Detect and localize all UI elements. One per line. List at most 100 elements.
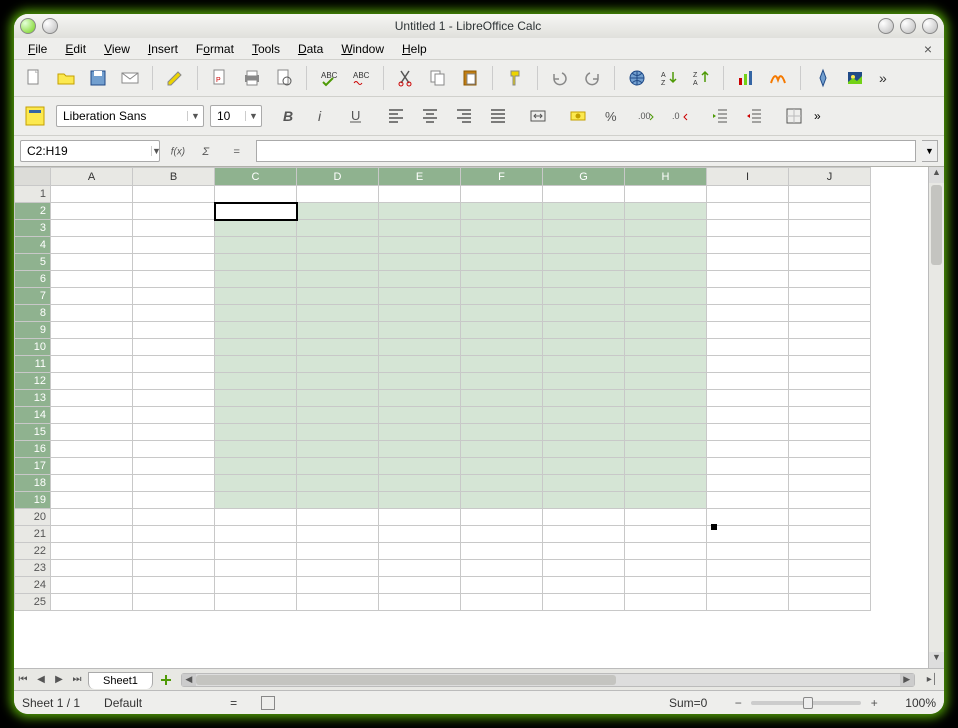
cell[interactable] — [379, 305, 461, 322]
menu-insert[interactable]: Insert — [140, 40, 186, 58]
column-header[interactable]: B — [133, 168, 215, 186]
cell[interactable] — [707, 458, 789, 475]
cell[interactable] — [297, 322, 379, 339]
cell[interactable] — [707, 288, 789, 305]
cell[interactable] — [707, 373, 789, 390]
cell[interactable] — [461, 339, 543, 356]
cell[interactable] — [707, 543, 789, 560]
cell[interactable] — [461, 407, 543, 424]
cell[interactable] — [789, 220, 871, 237]
cell[interactable] — [379, 322, 461, 339]
cell[interactable] — [789, 577, 871, 594]
cell[interactable] — [215, 543, 297, 560]
cell[interactable] — [297, 594, 379, 611]
cell[interactable] — [297, 254, 379, 271]
cell[interactable] — [625, 458, 707, 475]
cell[interactable] — [215, 254, 297, 271]
cell[interactable] — [133, 339, 215, 356]
hyperlink-icon[interactable] — [623, 64, 651, 92]
cell[interactable] — [789, 526, 871, 543]
cell[interactable] — [215, 458, 297, 475]
cell[interactable] — [543, 441, 625, 458]
cell[interactable] — [707, 475, 789, 492]
cell[interactable] — [707, 560, 789, 577]
cell[interactable] — [51, 237, 133, 254]
cell[interactable] — [789, 560, 871, 577]
maximize-button[interactable] — [900, 18, 916, 34]
chevron-down-icon[interactable]: ▼ — [245, 111, 261, 121]
remove-decimal-icon[interactable]: .0 — [666, 102, 694, 130]
cell[interactable] — [215, 373, 297, 390]
cut-icon[interactable] — [392, 64, 420, 92]
cell[interactable] — [379, 288, 461, 305]
row-header[interactable]: 11 — [15, 356, 51, 373]
font-size-combobox[interactable]: ▼ — [210, 105, 262, 127]
cell[interactable] — [789, 594, 871, 611]
cell[interactable] — [707, 577, 789, 594]
cell[interactable] — [543, 594, 625, 611]
zoom-in-icon[interactable]: + — [867, 696, 881, 710]
cell[interactable] — [133, 424, 215, 441]
horizontal-scrollbar[interactable]: ◀ ▶ — [181, 673, 915, 687]
currency-icon[interactable] — [564, 102, 592, 130]
spellcheck-icon[interactable]: ABC — [315, 64, 343, 92]
cell[interactable] — [297, 560, 379, 577]
cell[interactable] — [215, 526, 297, 543]
close-doc-button[interactable]: × — [918, 41, 938, 57]
row-header[interactable]: 12 — [15, 373, 51, 390]
cell[interactable] — [379, 356, 461, 373]
cell[interactable] — [461, 509, 543, 526]
cell[interactable] — [379, 594, 461, 611]
cell[interactable] — [461, 390, 543, 407]
cell[interactable] — [707, 203, 789, 220]
cell[interactable] — [789, 407, 871, 424]
print-preview-icon[interactable] — [270, 64, 298, 92]
cell[interactable] — [297, 356, 379, 373]
cell[interactable] — [789, 373, 871, 390]
cell[interactable] — [379, 475, 461, 492]
cell[interactable] — [543, 186, 625, 203]
cell[interactable] — [625, 254, 707, 271]
cell[interactable] — [789, 271, 871, 288]
cell[interactable] — [215, 237, 297, 254]
tab-prev-icon[interactable]: ◀ — [32, 671, 50, 689]
cell[interactable] — [133, 203, 215, 220]
scroll-down-icon[interactable]: ▼ — [929, 652, 944, 668]
status-sum[interactable]: Sum=0 — [669, 696, 707, 710]
cell[interactable] — [297, 543, 379, 560]
cell[interactable] — [215, 271, 297, 288]
cell[interactable] — [789, 458, 871, 475]
scroll-right-icon[interactable]: ▶ — [900, 674, 914, 686]
close-button[interactable] — [922, 18, 938, 34]
cell[interactable] — [379, 560, 461, 577]
cell[interactable] — [707, 322, 789, 339]
cell[interactable] — [51, 526, 133, 543]
cell[interactable] — [51, 373, 133, 390]
column-header[interactable]: E — [379, 168, 461, 186]
sum-icon[interactable]: Σ — [196, 140, 220, 162]
cell[interactable] — [543, 526, 625, 543]
cell[interactable] — [297, 271, 379, 288]
cell[interactable] — [625, 475, 707, 492]
email-icon[interactable] — [116, 64, 144, 92]
cell[interactable] — [297, 288, 379, 305]
export-pdf-icon[interactable]: P — [206, 64, 234, 92]
cell[interactable] — [625, 407, 707, 424]
cell[interactable] — [543, 543, 625, 560]
cell[interactable] — [543, 509, 625, 526]
redo-icon[interactable] — [578, 64, 606, 92]
cell[interactable] — [215, 424, 297, 441]
chevron-down-icon[interactable]: ▼ — [187, 111, 203, 121]
cell[interactable] — [461, 322, 543, 339]
cell[interactable] — [543, 288, 625, 305]
row-header[interactable]: 9 — [15, 322, 51, 339]
align-left-icon[interactable] — [382, 102, 410, 130]
percent-icon[interactable]: % — [598, 102, 626, 130]
row-header[interactable]: 14 — [15, 407, 51, 424]
cell[interactable] — [133, 407, 215, 424]
cell[interactable] — [707, 407, 789, 424]
cell[interactable] — [707, 220, 789, 237]
cell[interactable] — [543, 339, 625, 356]
cell[interactable] — [215, 356, 297, 373]
show-draw-icon[interactable] — [764, 64, 792, 92]
